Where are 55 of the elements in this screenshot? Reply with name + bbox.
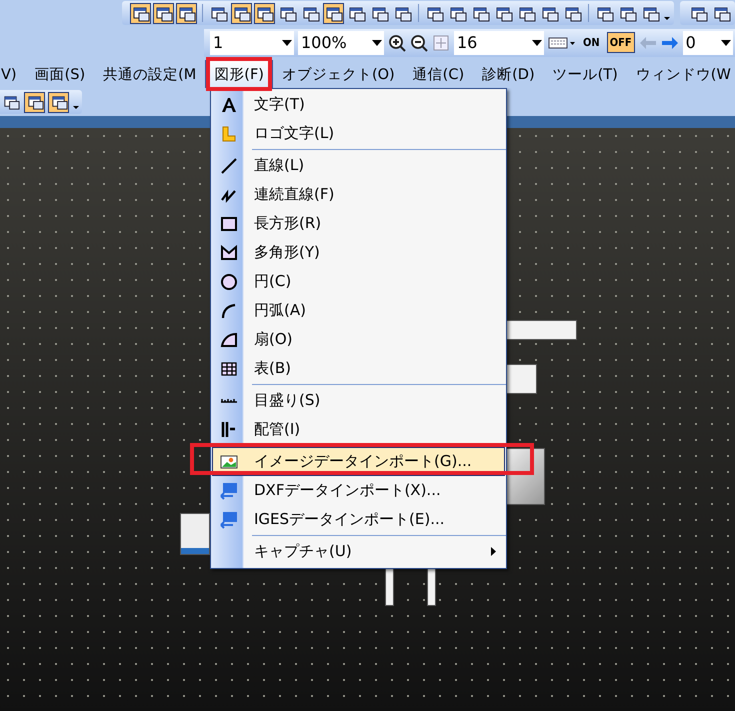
toolbar-button[interactable]: [254, 2, 275, 24]
highlight-frame: [206, 57, 272, 91]
caret-icon: [532, 40, 542, 46]
caret-icon: [282, 40, 292, 46]
menu-bar-item[interactable]: V): [0, 60, 26, 88]
off-toggle[interactable]: OFF: [606, 32, 635, 53]
zoom-in-icon[interactable]: [388, 34, 406, 52]
menu-item[interactable]: 扇(O): [212, 325, 505, 354]
zoom-out-icon[interactable]: [410, 34, 428, 52]
toolbar-button[interactable]: [323, 2, 344, 24]
dropdown-field[interactable]: 1: [210, 30, 294, 54]
ruler-icon: [220, 398, 238, 403]
toolbar-button[interactable]: [48, 92, 69, 112]
keyboard-icon[interactable]: [548, 36, 576, 50]
toolbar-button[interactable]: [231, 2, 252, 24]
forward-arrow-icon[interactable]: [660, 36, 679, 50]
menu-bar-item[interactable]: 通信(C): [404, 60, 474, 88]
menu-bar-item[interactable]: 共通の設定(M: [94, 60, 206, 88]
menu-item[interactable]: 文字(T): [212, 90, 505, 119]
toolbar-button[interactable]: [176, 2, 197, 24]
menu-item[interactable]: 表(B): [212, 354, 505, 383]
menu-item[interactable]: 配管(I): [212, 415, 505, 444]
line-icon: [218, 156, 238, 176]
caret-icon: [720, 40, 731, 46]
menu-bar-item[interactable]: ツール(T): [544, 60, 627, 88]
circle-icon: [218, 272, 238, 292]
menu-item[interactable]: 直線(L): [212, 151, 505, 180]
toolbar-button[interactable]: [153, 2, 174, 24]
submenu-arrow-icon: [491, 547, 496, 556]
menu-item[interactable]: 円弧(A): [212, 296, 505, 325]
menu-item[interactable]: 多角形(Y): [212, 238, 505, 267]
caret-icon: [372, 40, 382, 46]
toolbar-button[interactable]: [24, 92, 45, 112]
canvas-shape: [180, 513, 210, 555]
menu-bar-item[interactable]: 診断(D): [473, 60, 544, 88]
toolbar-button[interactable]: [130, 2, 151, 24]
import-icon: [218, 480, 238, 500]
menu-item[interactable]: キャプチャ(U): [212, 537, 505, 566]
dropdown-field[interactable]: 16: [454, 30, 544, 54]
import-icon: [218, 510, 238, 530]
pipe-icon: [221, 421, 236, 438]
menu-bar-item[interactable]: 画面(S): [26, 60, 94, 88]
menu-bar-item[interactable]: ウィンドウ(W: [626, 60, 735, 88]
dropdown-field[interactable]: 0: [682, 30, 733, 54]
menu-item[interactable]: IGESデータインポート(E)...: [212, 505, 505, 534]
menu-bar-item[interactable]: オブジェクト(O): [272, 60, 404, 88]
menu-item[interactable]: 目盛り(S): [212, 386, 505, 415]
on-toggle[interactable]: ON: [580, 32, 603, 53]
menu-item[interactable]: ロゴ文字(L): [212, 119, 505, 148]
menu-item[interactable]: 連続直線(F): [212, 180, 505, 209]
menu-item[interactable]: 長方形(R): [212, 209, 505, 238]
polygon-icon: [218, 242, 238, 262]
menu-item[interactable]: DXFデータインポート(X)...: [212, 476, 505, 505]
menu-item[interactable]: 円(C): [212, 267, 505, 296]
dropdown-field[interactable]: 100%: [298, 30, 384, 54]
